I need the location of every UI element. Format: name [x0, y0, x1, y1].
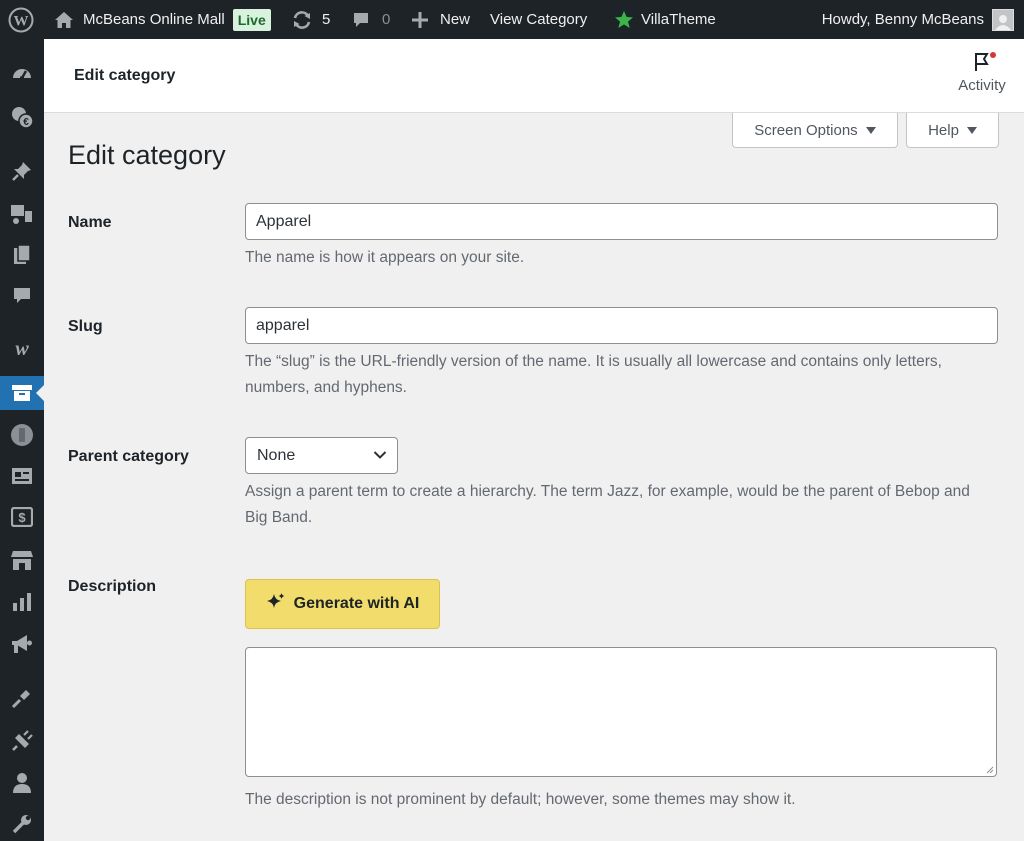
pin-icon[interactable]: [0, 154, 44, 188]
pages-icon[interactable]: [0, 238, 44, 272]
activity-notification-dot: [990, 52, 996, 58]
howdy-text: Howdy, Benny McBeans: [821, 11, 984, 28]
name-description: The name is how it appears on your site.: [245, 249, 525, 266]
villatheme-label: VillaTheme: [641, 11, 716, 28]
analytics-icon[interactable]: [0, 585, 44, 619]
home-icon: [54, 10, 74, 30]
plugins-icon[interactable]: [0, 724, 44, 758]
site-menu[interactable]: McBeans Online Mall Live: [54, 0, 271, 39]
currency-icon[interactable]: €: [0, 100, 44, 134]
resize-handle-icon[interactable]: [986, 766, 994, 774]
comments-menu[interactable]: 0: [352, 0, 390, 39]
users-icon[interactable]: [0, 766, 44, 800]
star-icon: [614, 10, 634, 30]
marketing-icon[interactable]: [0, 627, 44, 661]
page-header: Edit category Activity: [44, 39, 1024, 113]
generate-with-ai-button[interactable]: Generate with AI: [245, 579, 440, 629]
svg-text:w: w: [15, 339, 29, 359]
new-label: New: [440, 11, 471, 28]
screen-options-button[interactable]: Screen Options: [732, 113, 898, 148]
my-account-menu[interactable]: Howdy, Benny McBeans: [822, 0, 1014, 39]
triangle-down-icon: [966, 126, 977, 134]
active-menu-arrow: [36, 385, 44, 401]
media-icon[interactable]: [0, 197, 44, 231]
admin-sidebar: € w $: [0, 39, 44, 841]
updates-count: 5: [322, 11, 331, 28]
comment-bubble-icon: [352, 11, 370, 29]
view-category-link[interactable]: View Category: [490, 0, 587, 39]
description-help: The description is not prominent by defa…: [245, 791, 796, 808]
parent-category-select[interactable]: None: [245, 437, 398, 474]
dollar-icon[interactable]: $: [0, 500, 44, 534]
live-badge: Live: [232, 8, 271, 31]
site-name: McBeans Online Mall: [83, 11, 225, 28]
wordpress-logo-icon[interactable]: W: [8, 0, 34, 39]
appearance-icon[interactable]: [0, 681, 44, 715]
slug-label: Slug: [68, 318, 103, 335]
new-content-menu[interactable]: New: [411, 0, 470, 39]
description-label: Description: [68, 578, 157, 595]
comments-count: 0: [382, 11, 391, 28]
plus-icon: [411, 11, 429, 29]
header-title: Edit category: [74, 67, 176, 84]
svg-text:€: €: [23, 117, 29, 128]
parent-category-description: Assign a parent term to create a hierarc…: [245, 483, 970, 526]
svg-text:$: $: [18, 510, 26, 525]
parent-category-label: Parent category: [68, 448, 189, 465]
villatheme-menu[interactable]: VillaTheme: [614, 0, 716, 39]
screen-options-label: Screen Options: [754, 121, 858, 139]
page-title: Edit category: [68, 140, 226, 170]
chevron-down-icon: [373, 447, 387, 465]
admin-bar: W McBeans Online Mall Live 5 0 New View …: [0, 0, 1024, 39]
slug-input[interactable]: [245, 307, 998, 344]
card-icon[interactable]: [0, 459, 44, 493]
woocommerce-icon[interactable]: w: [0, 332, 44, 366]
description-textarea[interactable]: [245, 647, 997, 777]
store-icon[interactable]: [0, 543, 44, 577]
svg-text:W: W: [14, 13, 29, 29]
activity-label: Activity: [958, 77, 1006, 94]
generate-with-ai-label: Generate with AI: [293, 595, 420, 612]
help-label: Help: [928, 121, 959, 139]
name-input[interactable]: [245, 203, 998, 240]
name-label: Name: [68, 214, 112, 231]
activity-button[interactable]: Activity: [954, 51, 1010, 94]
parent-category-selected: None: [257, 446, 296, 464]
updates-menu[interactable]: 5: [291, 0, 330, 39]
sparkle-icon: [266, 592, 286, 617]
updates-icon: [291, 10, 313, 30]
avatar: [992, 8, 1014, 31]
triangle-down-icon: [865, 126, 876, 134]
payments-icon[interactable]: [0, 418, 44, 452]
help-button[interactable]: Help: [906, 113, 999, 148]
slug-description: The “slug” is the URL-friendly version o…: [245, 353, 942, 396]
comments-icon[interactable]: [0, 279, 44, 313]
tools-icon[interactable]: [0, 807, 44, 841]
dashboard-icon[interactable]: [0, 57, 44, 91]
